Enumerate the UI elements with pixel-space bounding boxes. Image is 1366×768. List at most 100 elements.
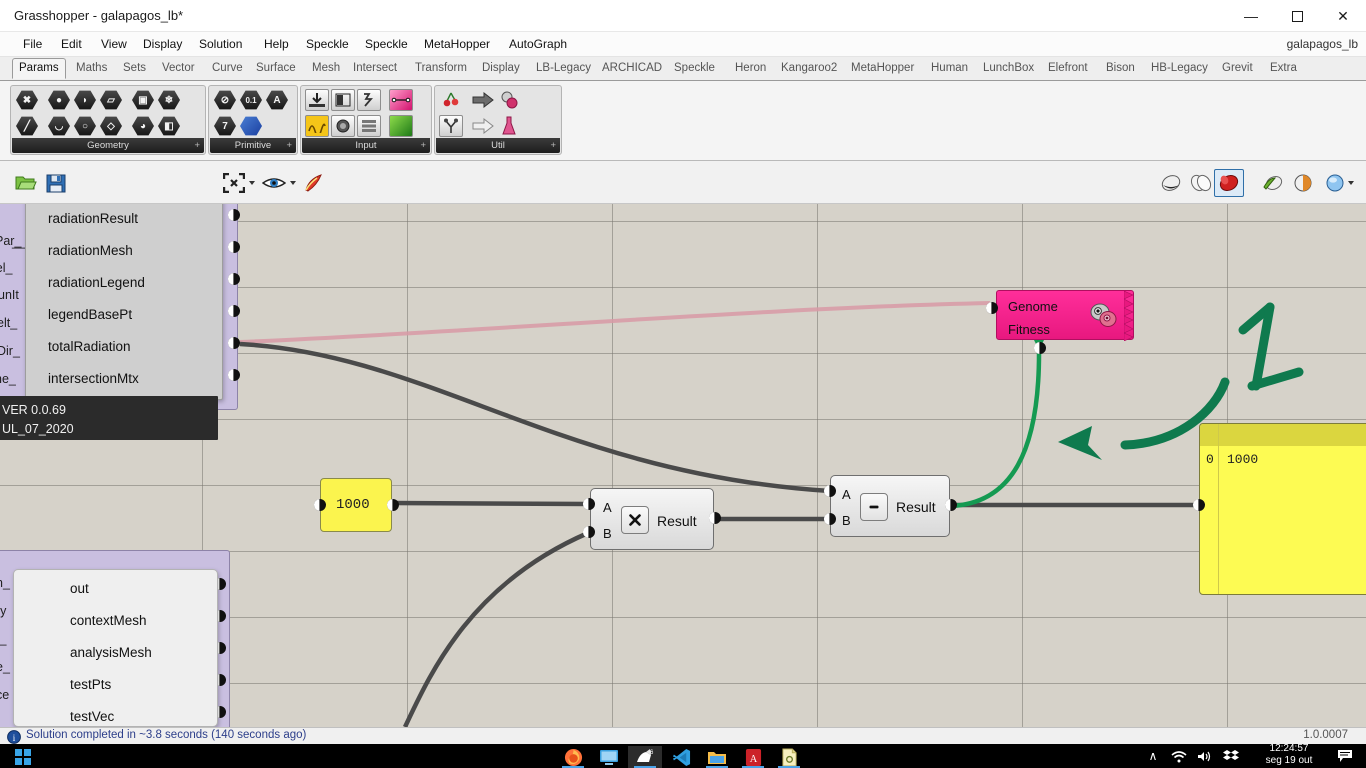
comp-input-value-list[interactable]	[357, 89, 381, 111]
taskbar-clock[interactable]: 12:24:57 seg 19 out	[1254, 743, 1324, 767]
tab-speckle[interactable]: Speckle	[668, 59, 721, 78]
flyout-item-intersectionMtx[interactable]: intersectionMtx	[26, 363, 222, 395]
flyout-item-radiationLegend[interactable]: radiationLegend	[26, 267, 222, 299]
tab-curve[interactable]: Curve	[206, 59, 249, 78]
tab-bison[interactable]: Bison	[1100, 59, 1141, 78]
comp-geometry-circle[interactable]: ●	[47, 89, 71, 111]
comp-input-number-slider[interactable]	[305, 89, 329, 111]
tab-lb-legacy[interactable]: LB-Legacy	[530, 59, 597, 78]
menu-speckle-1[interactable]: Speckle	[301, 36, 354, 52]
multiply-component[interactable]: A B Result	[590, 488, 714, 550]
flyout-item-out[interactable]: out	[14, 573, 217, 605]
flyout-item-testVec[interactable]: testVec	[14, 701, 217, 727]
preview-toggle-button[interactable]	[262, 171, 286, 195]
menu-file[interactable]: File	[18, 36, 47, 52]
tab-mesh[interactable]: Mesh	[306, 59, 346, 78]
taskbar-document-icon[interactable]	[772, 746, 806, 768]
comp-input-panel[interactable]	[357, 115, 381, 137]
params-output-flyout-top[interactable]: radiationResult radiationMesh radiationL…	[25, 204, 223, 400]
taskbar-acrobat-icon[interactable]: A	[736, 746, 770, 768]
geometry-expand-icon[interactable]: +	[194, 138, 200, 153]
wifi-icon[interactable]	[1170, 748, 1188, 764]
number-value-box[interactable]: 1000	[320, 478, 392, 532]
galapagos-genome-input-port[interactable]	[986, 302, 998, 314]
comp-input-button[interactable]	[331, 115, 355, 137]
preview-settings-button[interactable]	[1288, 169, 1318, 197]
tab-display[interactable]: Display	[476, 59, 526, 78]
minimize-button[interactable]: —	[1228, 0, 1274, 32]
tab-params[interactable]: Params	[12, 58, 66, 79]
taskbar-file-explorer-icon[interactable]	[700, 746, 734, 768]
display-mode-wireframe-button[interactable]	[1186, 169, 1216, 197]
taskbar-rhino-icon[interactable]: 6	[628, 746, 662, 768]
tab-lunchbox[interactable]: LunchBox	[977, 59, 1040, 78]
comp-geometry-spline[interactable]: ○	[73, 115, 97, 137]
grasshopper-canvas[interactable]: ___ Par_ lel_ unIt elt_ Dir_ ne_	[0, 204, 1366, 727]
windows-start-icon[interactable]	[6, 746, 40, 768]
param-port-0[interactable]	[228, 209, 240, 221]
notifications-icon[interactable]	[1336, 748, 1354, 764]
menu-view[interactable]: View	[96, 36, 132, 52]
comp-input-gradient[interactable]	[389, 89, 413, 111]
menu-help[interactable]: Help	[259, 36, 294, 52]
menu-solution[interactable]: Solution	[194, 36, 247, 52]
subtract-port-a[interactable]	[824, 485, 836, 497]
tray-chevron-up-icon[interactable]: ∧	[1144, 748, 1162, 764]
comp-util-data-output[interactable]	[471, 89, 495, 111]
tab-hb-legacy[interactable]: HB-Legacy	[1145, 59, 1214, 78]
menu-autograph[interactable]: AutoGraph	[504, 36, 572, 52]
comp-util-flask[interactable]	[497, 115, 521, 137]
comp-util-cherry-picker[interactable]	[439, 89, 463, 111]
zoom-extents-dropdown-icon[interactable]	[249, 181, 255, 185]
menu-speckle-2[interactable]: Speckle	[360, 36, 413, 52]
param-port-2[interactable]	[228, 273, 240, 285]
tab-archicad[interactable]: ARCHICAD	[596, 59, 668, 78]
dropbox-icon[interactable]	[1222, 748, 1240, 764]
tab-intersect[interactable]: Intersect	[347, 59, 403, 78]
multiply-port-a[interactable]	[583, 498, 595, 510]
comp-primitive-integer[interactable]: 7	[213, 115, 237, 137]
tab-heron[interactable]: Heron	[729, 59, 772, 78]
tab-surface[interactable]: Surface	[250, 59, 302, 78]
input-expand-icon[interactable]: +	[420, 138, 426, 153]
comp-input-boolean-toggle[interactable]	[331, 89, 355, 111]
multiply-port-b[interactable]	[583, 526, 595, 538]
open-file-button[interactable]	[14, 171, 38, 195]
param-port-1[interactable]	[228, 241, 240, 253]
mesh-preview-button[interactable]	[1258, 169, 1288, 197]
comp-input-colour-swatch[interactable]	[389, 115, 413, 137]
tab-vector[interactable]: Vector	[156, 59, 201, 78]
comp-input-graph-mapper[interactable]	[305, 115, 329, 137]
taskbar-remote-desktop-icon[interactable]	[592, 746, 626, 768]
tab-extra[interactable]: Extra	[1264, 59, 1303, 78]
comp-geometry-line[interactable]: ╱	[15, 115, 39, 137]
number-box-input-port[interactable]	[314, 499, 326, 511]
comp-primitive-colour[interactable]	[239, 115, 263, 137]
bake-button[interactable]	[302, 171, 326, 195]
tab-kangaroo2[interactable]: Kangaroo2	[775, 59, 843, 78]
comp-geometry-mesh[interactable]: ◕	[131, 115, 155, 137]
tab-sets[interactable]: Sets	[117, 59, 152, 78]
comp-geometry-meshface[interactable]: ◧	[157, 115, 181, 137]
flyout-item-radiationMesh[interactable]: radiationMesh	[26, 235, 222, 267]
close-button[interactable]: ✕	[1320, 0, 1366, 32]
param-port-4[interactable]	[228, 337, 240, 349]
tab-maths[interactable]: Maths	[70, 59, 113, 78]
util-expand-icon[interactable]: +	[550, 138, 556, 153]
subtract-port-result[interactable]	[945, 499, 957, 511]
comp-primitive-boolean[interactable]: ⊘	[213, 89, 237, 111]
taskbar-firefox-icon[interactable]	[556, 746, 590, 768]
tab-grevit[interactable]: Grevit	[1216, 59, 1259, 78]
comp-geometry-plane[interactable]: ◇	[99, 115, 123, 137]
comp-primitive-text[interactable]: A	[265, 89, 289, 111]
comp-geometry-arc[interactable]: ◡	[47, 115, 71, 137]
comp-primitive-number[interactable]: 0.1	[239, 89, 263, 111]
zoom-extents-button[interactable]	[222, 171, 246, 195]
save-file-button[interactable]	[44, 171, 68, 195]
flyout-item-totalRadiation[interactable]: totalRadiation	[26, 331, 222, 363]
subtract-port-b[interactable]	[824, 513, 836, 525]
primitive-expand-icon[interactable]: +	[286, 138, 292, 153]
param-port-3[interactable]	[228, 305, 240, 317]
multiply-port-result[interactable]	[709, 512, 721, 524]
flyout-item-radiationResult[interactable]: radiationResult	[26, 204, 222, 235]
